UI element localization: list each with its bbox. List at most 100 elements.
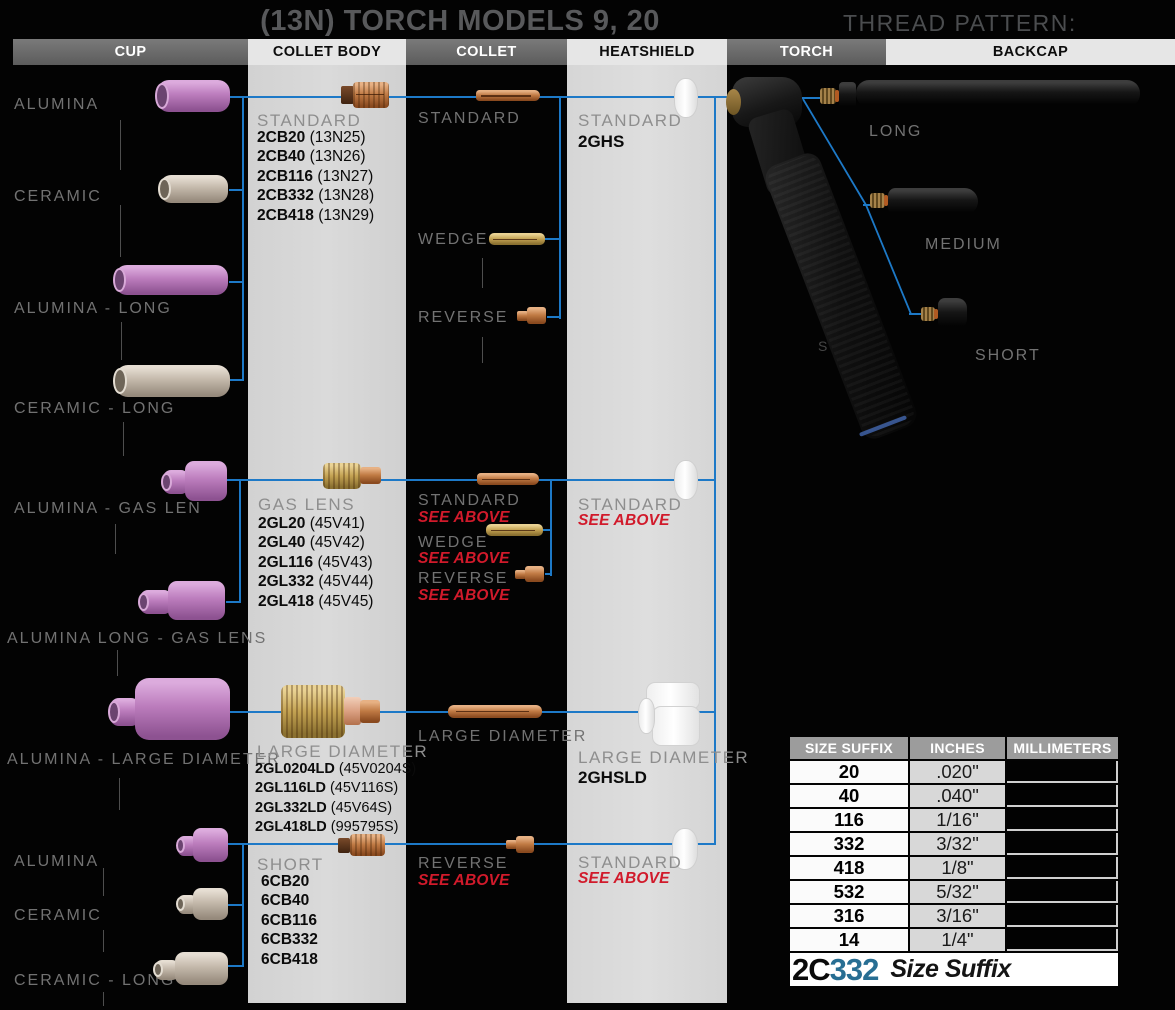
collet-reverse-label: REVERSE — [418, 309, 508, 327]
cup-label-alumina-short: ALUMINA — [14, 853, 99, 871]
collet-reverse2-image — [525, 566, 544, 582]
table-row: 116 1/16" — [790, 809, 1118, 831]
collet-body-large-diameter-mid — [344, 697, 361, 725]
cup-opening — [176, 897, 185, 911]
backcap-medium-label: MEDIUM — [925, 236, 1002, 254]
collet-body-gas-lens-tip — [360, 467, 381, 484]
collet-wedge-image — [489, 233, 545, 245]
collet-large-diameter-label: LARGE DIAMETER — [418, 728, 587, 746]
divider-line — [120, 120, 121, 170]
heatshield-standard2-image — [674, 460, 698, 500]
collet-reverse3-image — [516, 836, 534, 853]
torch-head-brass-tip — [726, 89, 741, 115]
backcap-short-thread — [921, 307, 935, 321]
collet-wedge-label: WEDGE — [418, 231, 488, 249]
cup-opening — [153, 962, 163, 977]
cup-ceramic-long-image — [115, 365, 230, 397]
heatshield-large-diameter-part: 2GHSLD — [578, 768, 647, 788]
divider-line — [119, 778, 120, 810]
table-row: 40 .040" — [790, 785, 1118, 807]
cup-opening — [138, 593, 149, 611]
example-caption: Size Suffix — [890, 955, 1010, 984]
collet-reverse3-label: REVERSE — [418, 855, 508, 873]
collet-large-diameter-image — [448, 705, 542, 718]
cup-label-alumina-gas-lens: ALUMINA - GAS LEN — [14, 500, 202, 518]
collet-body-large-diameter-image — [281, 685, 345, 738]
collet-standard-image — [476, 90, 540, 101]
size-table-header-suffix: SIZE SUFFIX — [790, 737, 908, 759]
cup-label-alumina: ALUMINA — [14, 96, 99, 114]
example-suffix-highlight: 332 — [830, 954, 879, 985]
heatshield-large-diameter-opening — [638, 698, 655, 734]
cup-opening — [155, 83, 169, 109]
cup-long-gas-lens-body — [168, 581, 225, 620]
cup-opening — [161, 473, 172, 491]
divider-line — [117, 650, 118, 676]
heatshield-large-diameter-label: LARGE DIAMETER — [578, 748, 749, 768]
stray-glyph: S — [818, 338, 827, 354]
collet-wedge2-image — [486, 524, 543, 536]
heatshield-standard2-note: SEE ABOVE — [578, 512, 670, 530]
collet-body-large-diameter-parts: 2GL0204LD (45V0204S) 2GL116LD (45V116S) … — [255, 760, 416, 838]
example-prefix: 2C — [792, 954, 830, 985]
table-row: 20 .020" — [790, 761, 1118, 783]
divider-line — [103, 930, 104, 952]
collet-standard2-image — [477, 473, 539, 485]
divider-line — [103, 992, 104, 1006]
collet-body-gas-lens-heading: GAS LENS — [258, 495, 355, 515]
cup-large-diameter-body — [135, 678, 230, 740]
cup-opening — [108, 701, 120, 723]
backcap-medium-thread — [870, 193, 885, 208]
backcap-long-thread — [820, 88, 836, 104]
collet-standard2-label: STANDARD — [418, 492, 521, 510]
collet-wedge2-note: SEE ABOVE — [418, 550, 510, 568]
table-row: 532 5/32" — [790, 881, 1118, 903]
parts-diagram-page: (13N) TORCH MODELS 9, 20 THREAD PATTERN:… — [0, 0, 1175, 1010]
cup-short-ceramic-body — [193, 888, 228, 920]
divider-line — [482, 337, 483, 363]
divider-line — [121, 322, 122, 360]
cup-opening — [176, 838, 185, 853]
backcap-short-image — [938, 298, 967, 329]
collet-reverse2-label: REVERSE — [418, 570, 508, 588]
cup-gas-lens-body — [185, 461, 227, 501]
size-table-header-inches: INCHES — [910, 737, 1005, 759]
table-row: 418 1/8" — [790, 857, 1118, 879]
backcap-short-label: SHORT — [975, 347, 1041, 365]
cup-label-ceramic-long: CERAMIC - LONG — [14, 400, 175, 418]
backcap-long-image — [856, 80, 1140, 107]
cup-label-alumina-large-diameter: ALUMINA - LARGE DIAMETER — [7, 751, 281, 769]
cup-opening — [113, 368, 127, 394]
heatshield-standard-part: 2GHS — [578, 132, 624, 152]
cup-short-alumina-body — [193, 828, 228, 862]
cup-opening — [158, 178, 171, 200]
divider-line — [120, 205, 121, 257]
cup-label-ceramic-long-short: CERAMIC - LONG — [14, 972, 175, 990]
collet-reverse-image — [527, 307, 546, 324]
cup-opening — [113, 268, 126, 292]
collet-reverse3-note: SEE ABOVE — [418, 872, 510, 890]
cup-label-ceramic: CERAMIC — [14, 188, 102, 206]
collet-reverse2-note: SEE ABOVE — [418, 587, 510, 605]
cup-label-alumina-long: ALUMINA - LONG — [14, 300, 172, 318]
collet-body-large-diameter-tip — [360, 700, 380, 723]
backcap-long-label: LONG — [869, 123, 922, 141]
backcap-medium-image — [888, 188, 978, 215]
cup-label-alumina-long-gas-lens: ALUMINA LONG - GAS LENS — [7, 630, 267, 648]
table-row: 316 3/16" — [790, 905, 1118, 927]
size-table-header-row: SIZE SUFFIX INCHES MILLIMETERS — [790, 737, 1118, 759]
backcap-long-collar — [839, 82, 856, 109]
cup-ceramic-long-body — [175, 952, 228, 985]
collet-standard-label: STANDARD — [418, 110, 521, 128]
table-row: 332 3/32" — [790, 833, 1118, 855]
cup-alumina-long-image — [115, 265, 228, 295]
heatshield-standard-label: STANDARD — [578, 111, 682, 131]
collet-body-large-diameter-heading: LARGE DIAMETER — [257, 742, 428, 762]
divider-line — [482, 258, 483, 288]
heatshield-standard3-note: SEE ABOVE — [578, 870, 670, 888]
collet-body-gas-lens-parts: 2GL20 (45V41) 2GL40 (45V42) 2GL116 (45V4… — [258, 514, 373, 611]
divider-line — [103, 868, 104, 896]
size-suffix-table: SIZE SUFFIX INCHES MILLIMETERS 20 .020" … — [790, 737, 1118, 953]
collet-body-standard-parts: 2CB20 (13N25) 2CB40 (13N26) 2CB116 (13N2… — [257, 128, 374, 225]
collet-body-gas-lens-image — [323, 463, 361, 489]
